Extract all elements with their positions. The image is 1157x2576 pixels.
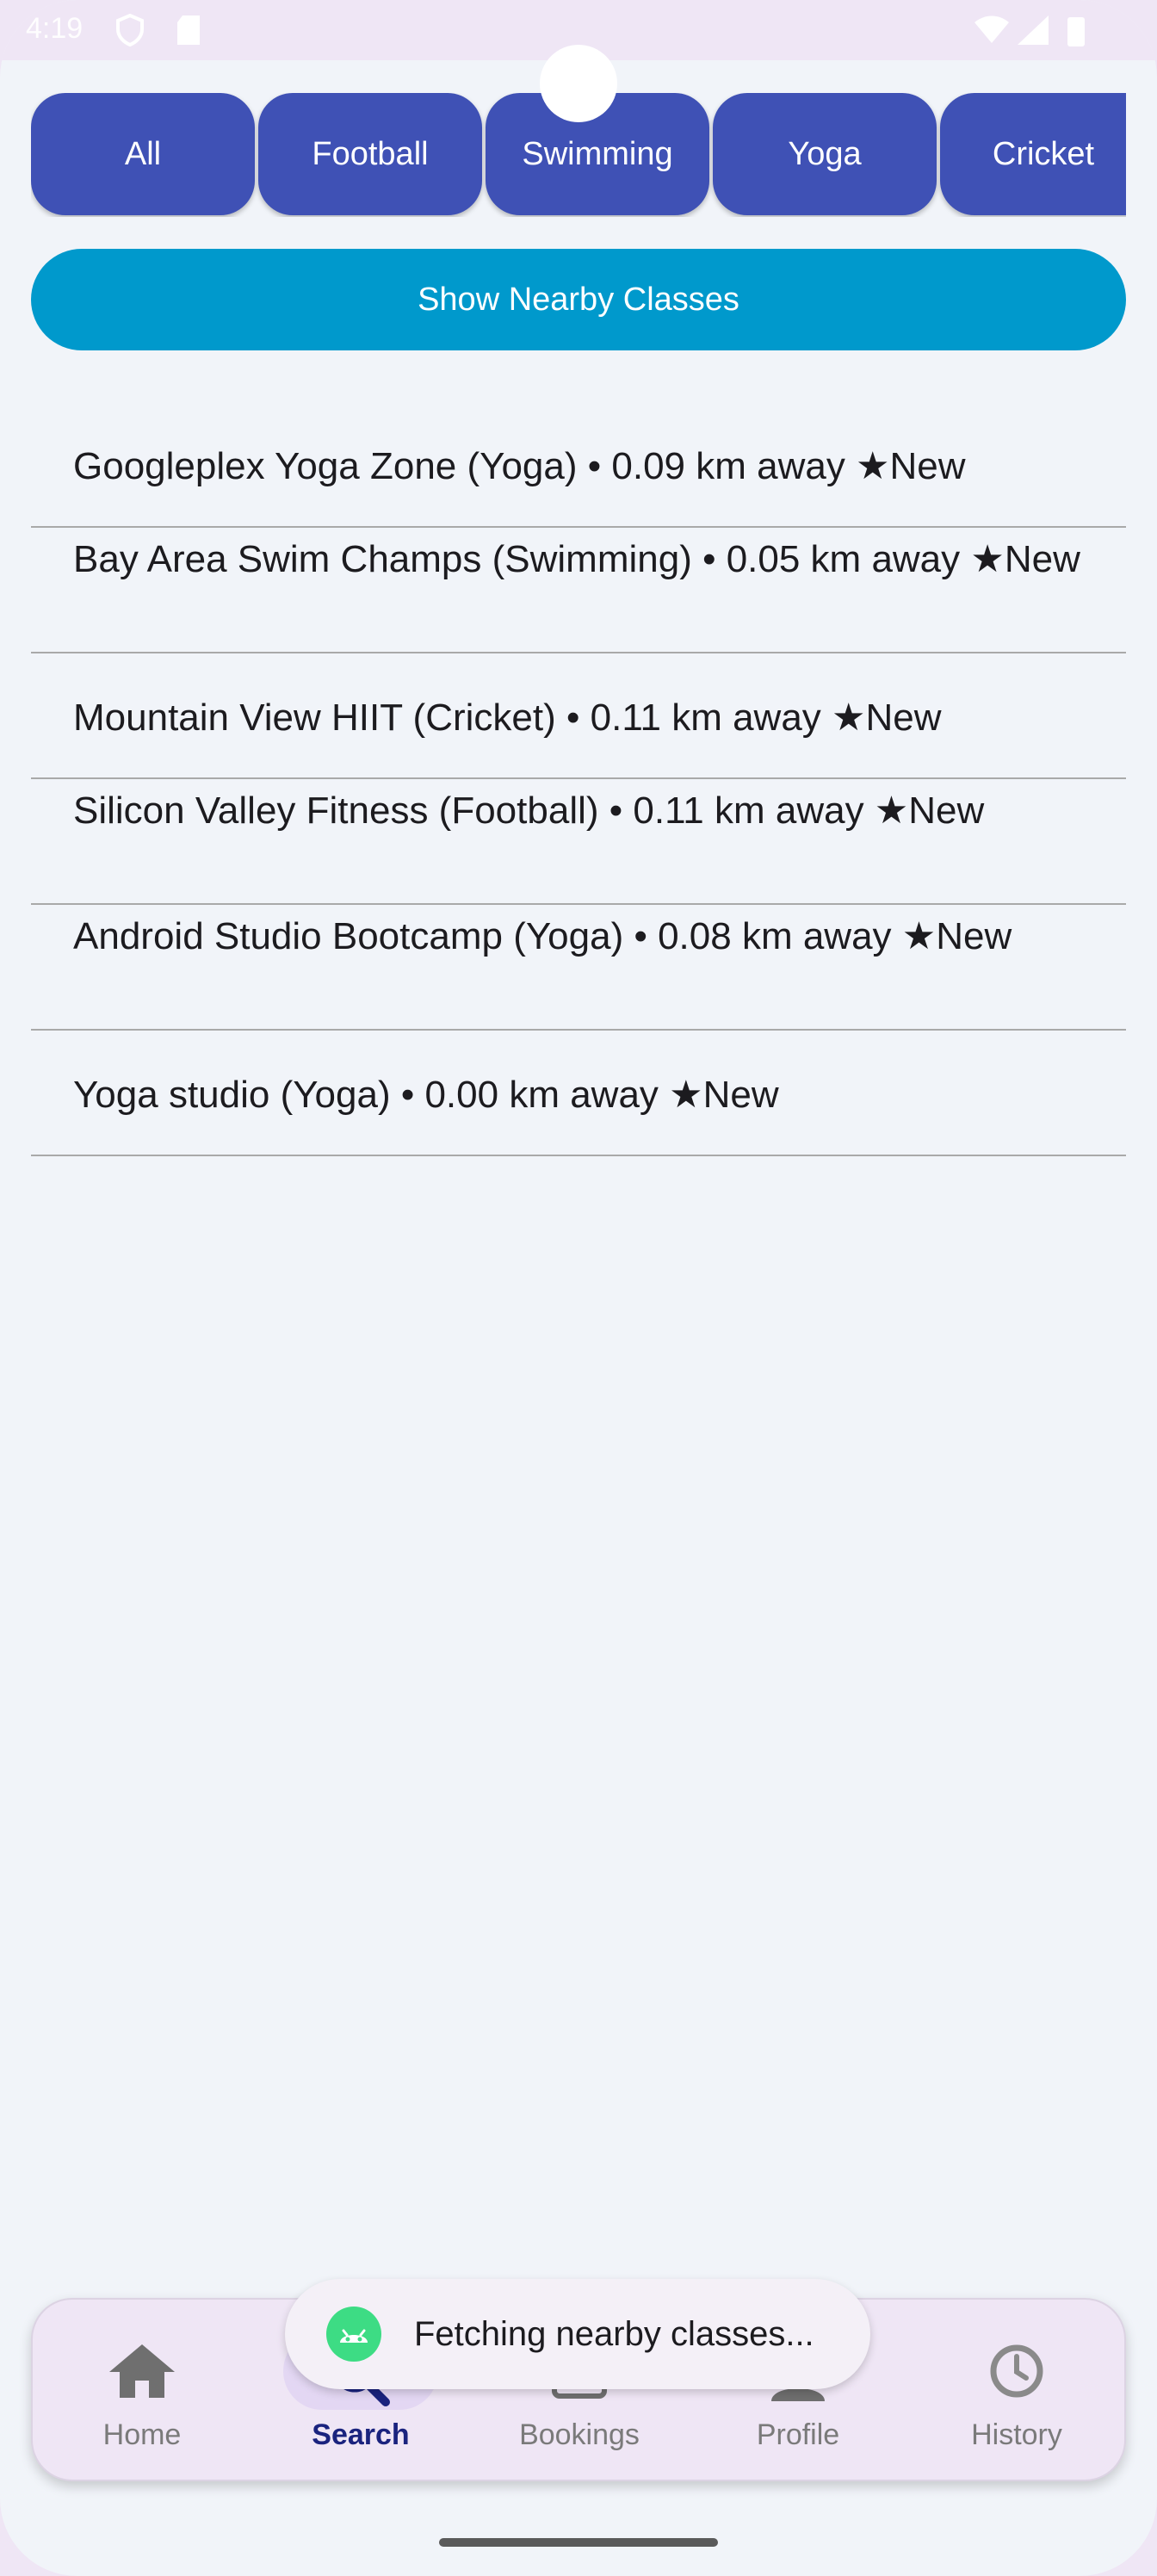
nav-label-bookings: Bookings: [519, 2418, 640, 2451]
chip-yoga[interactable]: Yoga: [713, 93, 937, 215]
list-item[interactable]: Android Studio Bootcamp (Yoga) • 0.08 km…: [31, 905, 1126, 1031]
nav-label-home: Home: [102, 2418, 182, 2451]
show-nearby-classes-button[interactable]: Show Nearby Classes: [31, 249, 1126, 350]
android-icon: [326, 2307, 381, 2362]
home-icon: [109, 2344, 175, 2398]
shield-icon: [116, 14, 144, 46]
chip-all[interactable]: All: [31, 93, 255, 215]
toast-message: Fetching nearby classes...: [285, 2279, 870, 2389]
class-item-text: Googleplex Yoga Zone (Yoga) • 0.09 km aw…: [73, 445, 966, 487]
nav-label-history: History: [971, 2418, 1062, 2451]
status-time: 4:19: [26, 12, 84, 45]
list-item[interactable]: Mountain View HIIT (Cricket) • 0.11 km a…: [31, 653, 1126, 779]
class-item-text: Android Studio Bootcamp (Yoga) • 0.08 km…: [73, 915, 1012, 957]
list-item[interactable]: Silicon Valley Fitness (Football) • 0.11…: [31, 779, 1126, 905]
signal-icon: [1018, 15, 1049, 45]
list-item[interactable]: Googleplex Yoga Zone (Yoga) • 0.09 km aw…: [31, 402, 1126, 528]
nav-item-home[interactable]: Home: [33, 2300, 251, 2483]
nav-label-search: Search: [312, 2418, 410, 2451]
battery-icon: [1067, 17, 1085, 46]
camera-cutout: [540, 45, 617, 122]
chip-cricket[interactable]: Cricket: [940, 93, 1126, 215]
app-screen: 4:19 All Football Swimming Yoga Cricket …: [0, 0, 1157, 2576]
home-gesture-indicator[interactable]: [439, 2538, 718, 2547]
chip-football[interactable]: Football: [258, 93, 482, 215]
class-item-text: Yoga studio (Yoga) • 0.00 km away ★New: [73, 1074, 779, 1116]
sd-card-icon: [177, 15, 200, 45]
chip-label: Yoga: [788, 135, 862, 172]
chip-label: Swimming: [522, 135, 673, 172]
class-item-text: Mountain View HIIT (Cricket) • 0.11 km a…: [73, 697, 942, 739]
class-item-text: Silicon Valley Fitness (Football) • 0.11…: [73, 790, 985, 832]
history-icon: [990, 2344, 1043, 2398]
class-item-text: Bay Area Swim Champs (Swimming) • 0.05 k…: [73, 538, 1080, 580]
list-item[interactable]: Bay Area Swim Champs (Swimming) • 0.05 k…: [31, 528, 1126, 653]
nav-item-history[interactable]: History: [907, 2300, 1126, 2483]
wifi-icon: [974, 15, 1009, 43]
chip-label: Football: [312, 135, 429, 172]
nav-label-profile: Profile: [756, 2418, 840, 2451]
chip-label: Cricket: [992, 135, 1095, 172]
chip-label: All: [124, 135, 162, 172]
list-item[interactable]: Yoga studio (Yoga) • 0.00 km away ★New: [31, 1031, 1126, 1156]
toast-text: Fetching nearby classes...: [414, 2315, 814, 2353]
